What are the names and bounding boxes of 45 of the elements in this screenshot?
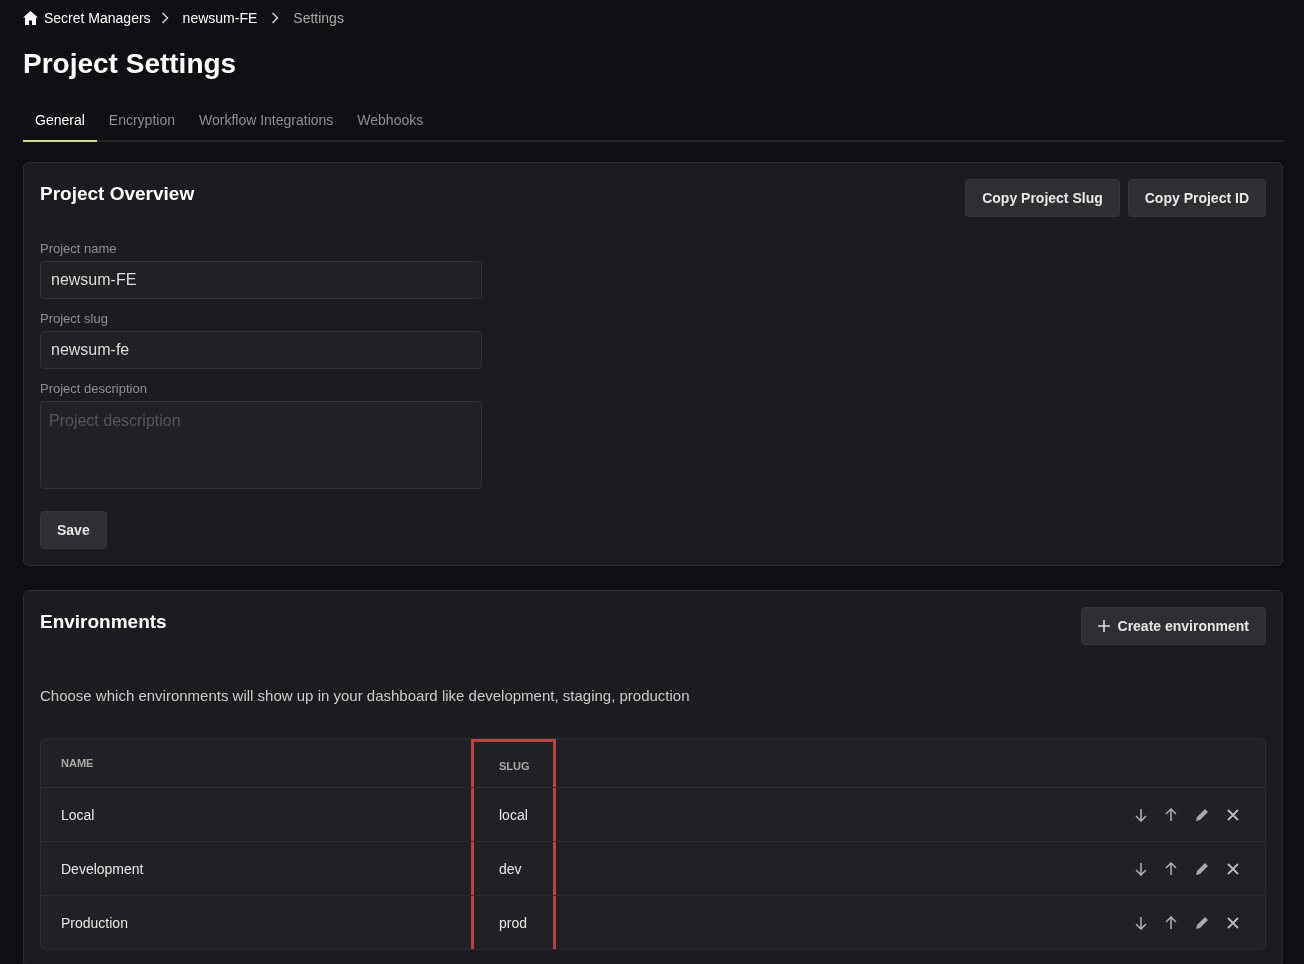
breadcrumb-link[interactable]: newsum-FE	[182, 10, 258, 26]
arrow-up-icon[interactable]	[1165, 807, 1177, 822]
close-icon[interactable]	[1227, 808, 1239, 821]
arrow-down-icon[interactable]	[1135, 915, 1147, 930]
table-cell: dev	[499, 860, 522, 877]
plus-icon	[1097, 620, 1110, 632]
table-cell: prod	[499, 914, 528, 931]
table-cell: Production	[61, 914, 128, 931]
field-label: Project slug	[40, 311, 109, 326]
field-label: Project description	[40, 381, 148, 396]
table-cell: Local	[61, 806, 95, 823]
column-header: SLUG	[499, 759, 530, 772]
home-icon	[23, 11, 38, 25]
table-cell: Development	[61, 860, 144, 877]
column-header: NAME	[61, 757, 94, 769]
section-title: Project Overview	[40, 183, 195, 205]
tab[interactable]: Webhooks	[345, 104, 436, 142]
arrow-up-icon[interactable]	[1165, 915, 1177, 930]
chevron-right-icon	[160, 12, 169, 24]
close-icon[interactable]	[1227, 862, 1239, 875]
copy-button[interactable]: Copy Project ID	[1127, 179, 1266, 217]
arrow-down-icon[interactable]	[1135, 861, 1147, 876]
create-environment-button[interactable]: Create environment	[1080, 607, 1266, 645]
text-field[interactable]: newsum-FE	[40, 261, 482, 299]
table-cell: local	[499, 806, 528, 823]
field-label: Project name	[40, 241, 118, 256]
section-title: Environments	[40, 611, 167, 633]
tab[interactable]: General	[23, 104, 97, 142]
pencil-icon[interactable]	[1195, 807, 1209, 822]
section-description: Choose which environments will show up in your dashboard like development, staging, production	[40, 687, 691, 704]
tab[interactable]: Encryption	[96, 104, 187, 142]
page-title: Project Settings	[23, 48, 238, 80]
chevron-right-icon	[271, 12, 280, 24]
breadcrumb-link[interactable]: Settings	[293, 10, 344, 26]
save-button[interactable]: Save	[40, 511, 107, 549]
arrow-up-icon[interactable]	[1165, 861, 1177, 876]
text-field[interactable]: newsum-fe	[40, 331, 482, 369]
tab[interactable]: Workflow Integrations	[186, 104, 346, 142]
breadcrumb-link[interactable]: Secret Managers	[44, 10, 151, 26]
close-icon[interactable]	[1227, 916, 1239, 929]
pencil-icon[interactable]	[1195, 861, 1209, 876]
pencil-icon[interactable]	[1195, 915, 1209, 930]
description-field[interactable]: Project description	[40, 401, 482, 489]
arrow-down-icon[interactable]	[1135, 807, 1147, 822]
copy-button[interactable]: Copy Project Slug	[965, 179, 1120, 217]
